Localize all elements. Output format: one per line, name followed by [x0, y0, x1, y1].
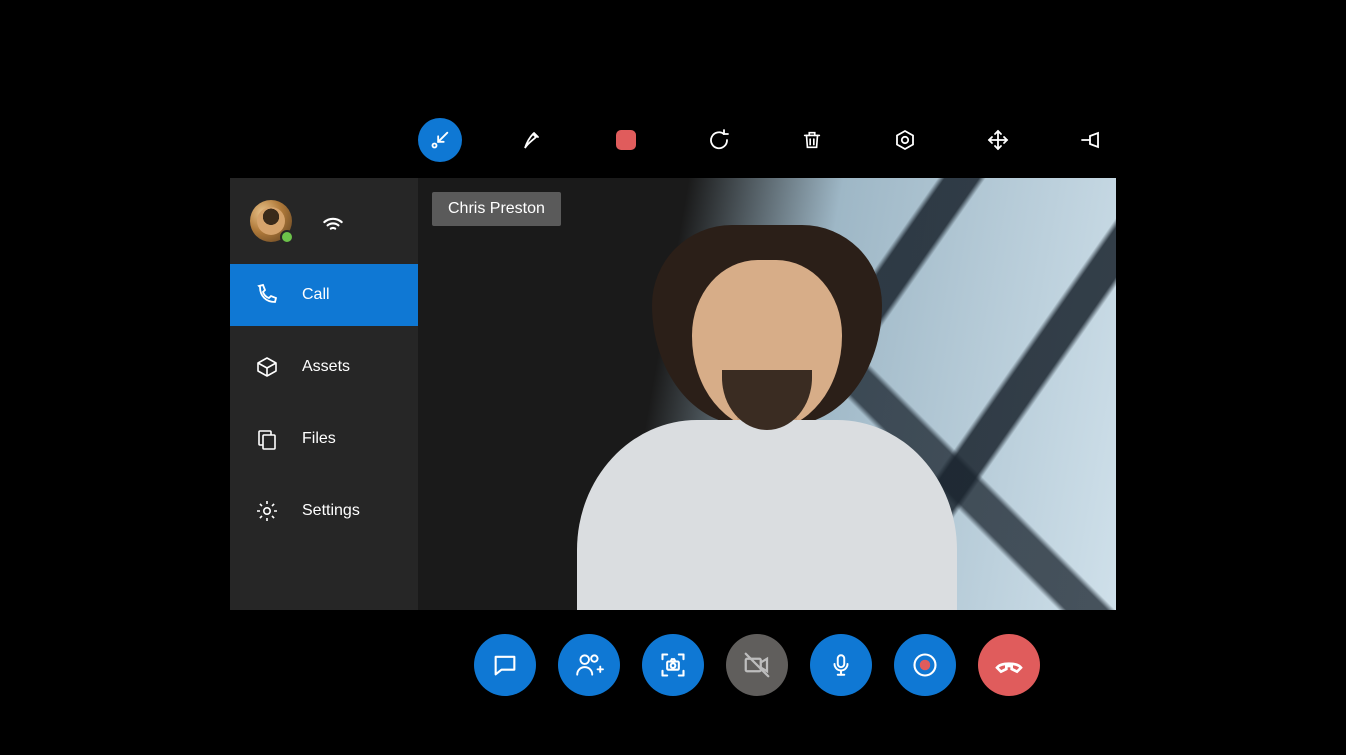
video-off-icon: [742, 650, 772, 680]
move-fullscreen-button[interactable]: [976, 118, 1020, 162]
sidebar-item-settings[interactable]: Settings: [230, 480, 418, 542]
stop-icon: [616, 130, 636, 150]
add-people-button[interactable]: [558, 634, 620, 696]
participant-name-tag: Chris Preston: [432, 192, 561, 226]
pin-icon: [1079, 128, 1103, 152]
sidebar-item-files[interactable]: Files: [230, 408, 418, 470]
presence-badge: [280, 230, 294, 244]
sidebar-item-label: Assets: [302, 358, 350, 376]
record-icon: [911, 651, 939, 679]
user-avatar[interactable]: [250, 200, 292, 242]
sidebar: Call Assets: [230, 178, 418, 610]
pin-button[interactable]: [1069, 118, 1113, 162]
delete-button[interactable]: [790, 118, 834, 162]
annotation-toolbar: [418, 118, 1113, 162]
annotate-arrow-button[interactable]: [418, 118, 462, 162]
ink-pen-icon: [521, 128, 545, 152]
remote-video: Chris Preston: [418, 178, 1116, 610]
files-icon: [254, 426, 280, 452]
arrow-in-icon: [429, 129, 451, 151]
stop-record-button[interactable]: [604, 118, 648, 162]
gear-icon: [254, 498, 280, 524]
call-controls: [474, 634, 1040, 696]
chat-button[interactable]: [474, 634, 536, 696]
settings-alt-button[interactable]: [883, 118, 927, 162]
sidebar-item-call[interactable]: Call: [230, 264, 418, 326]
record-button[interactable]: [894, 634, 956, 696]
hang-up-icon: [993, 649, 1025, 681]
sidebar-item-label: Settings: [302, 502, 360, 520]
mic-icon: [828, 652, 854, 678]
mic-button[interactable]: [810, 634, 872, 696]
capture-button[interactable]: [642, 634, 704, 696]
participant-name: Chris Preston: [448, 200, 545, 217]
chat-icon: [491, 651, 519, 679]
box-icon: [254, 354, 280, 380]
add-people-icon: [574, 650, 604, 680]
hex-gear-icon: [893, 128, 917, 152]
hang-up-button[interactable]: [978, 634, 1040, 696]
move-arrows-icon: [986, 128, 1010, 152]
sidebar-item-label: Files: [302, 430, 336, 448]
trash-icon: [801, 129, 823, 151]
sidebar-item-label: Call: [302, 286, 330, 304]
video-toggle-button[interactable]: [726, 634, 788, 696]
wifi-icon: [320, 208, 346, 234]
sidebar-header: [230, 178, 418, 264]
camera-capture-icon: [659, 651, 687, 679]
sidebar-item-assets[interactable]: Assets: [230, 336, 418, 398]
ink-pen-button[interactable]: [511, 118, 555, 162]
undo-icon: [707, 128, 731, 152]
sidebar-nav: Call Assets: [230, 264, 418, 542]
app-window: Call Assets: [230, 178, 1116, 610]
participant-portrait: [552, 280, 982, 610]
undo-button[interactable]: [697, 118, 741, 162]
phone-icon: [254, 282, 280, 308]
